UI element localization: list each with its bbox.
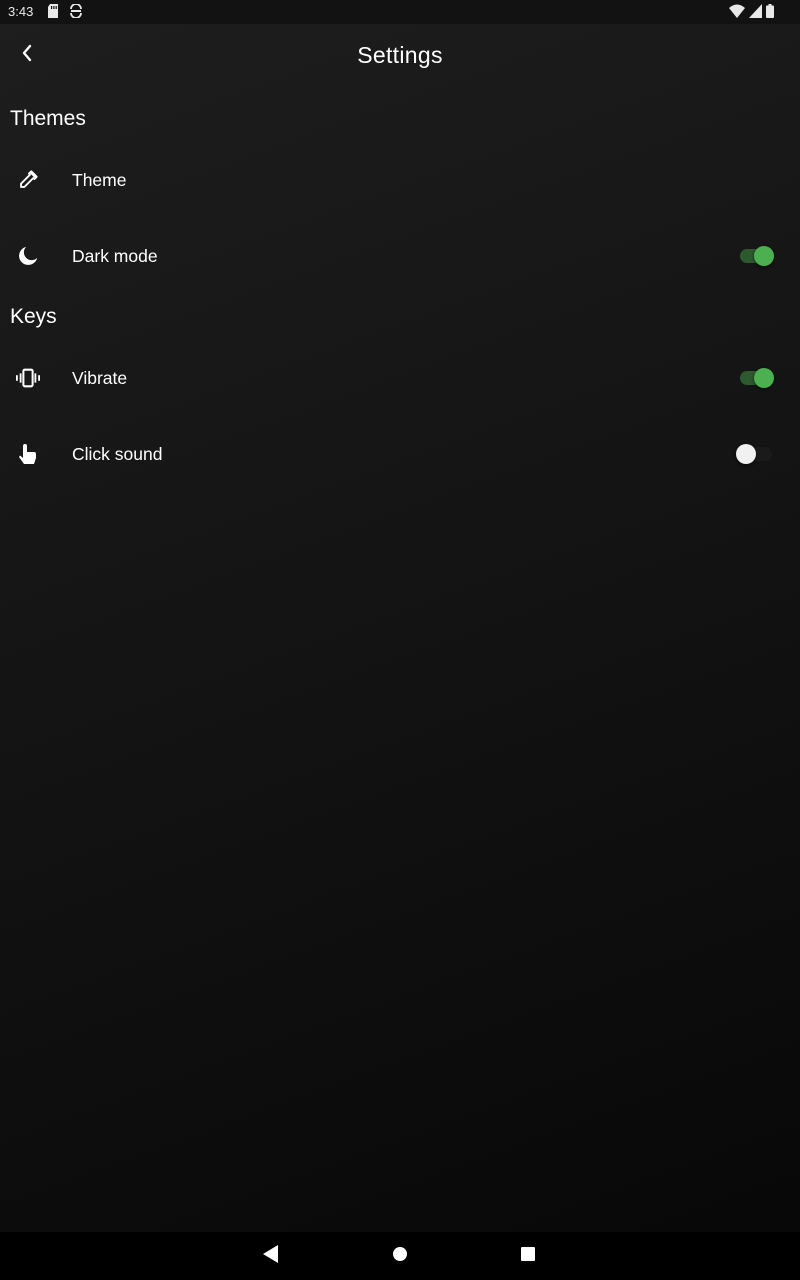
settings-row-label: Theme xyxy=(72,170,127,190)
settings-row-click-sound[interactable]: Click sound xyxy=(0,426,800,482)
eyedropper-icon xyxy=(16,168,40,192)
cellular-signal-icon xyxy=(749,4,762,23)
settings-screen: 3:43 Settings Themes Theme Dark mode Key… xyxy=(0,0,800,1280)
status-time: 3:43 xyxy=(8,4,34,19)
battery-icon xyxy=(766,4,774,23)
back-triangle-icon xyxy=(263,1244,279,1268)
status-bar: 3:43 xyxy=(0,0,800,24)
dark-mode-switch[interactable] xyxy=(738,246,774,266)
settings-row-label: Vibrate xyxy=(72,368,128,388)
nav-home-button[interactable] xyxy=(370,1232,430,1280)
wifi-icon xyxy=(729,4,745,23)
settings-row-vibrate[interactable]: Vibrate xyxy=(0,350,800,406)
page-title: Settings xyxy=(357,42,443,68)
nav-recents-button[interactable] xyxy=(498,1232,558,1280)
storage-sync-icon xyxy=(69,3,83,23)
settings-row-label: Click sound xyxy=(72,444,163,464)
status-right-icons xyxy=(729,4,774,23)
settings-row-theme[interactable]: Theme xyxy=(0,152,800,208)
vibrate-icon xyxy=(16,366,40,390)
settings-row-dark-mode[interactable]: Dark mode xyxy=(0,228,800,284)
sd-card-icon xyxy=(47,4,59,23)
nav-back-button[interactable] xyxy=(241,1232,301,1280)
moon-icon xyxy=(16,244,40,268)
status-left-icons xyxy=(47,3,83,23)
app-bar: Settings xyxy=(0,24,800,86)
switch-thumb xyxy=(736,444,756,464)
section-header-themes: Themes xyxy=(10,107,86,130)
switch-thumb xyxy=(754,246,774,266)
navigation-bar xyxy=(0,1232,800,1280)
vibrate-switch[interactable] xyxy=(738,368,774,388)
recents-square-icon xyxy=(520,1246,536,1267)
switch-thumb xyxy=(754,368,774,388)
click-sound-switch[interactable] xyxy=(736,444,774,464)
settings-row-label: Dark mode xyxy=(72,246,158,266)
touch-hand-icon xyxy=(16,442,40,466)
section-header-keys: Keys xyxy=(10,305,57,328)
home-circle-icon xyxy=(392,1246,408,1267)
